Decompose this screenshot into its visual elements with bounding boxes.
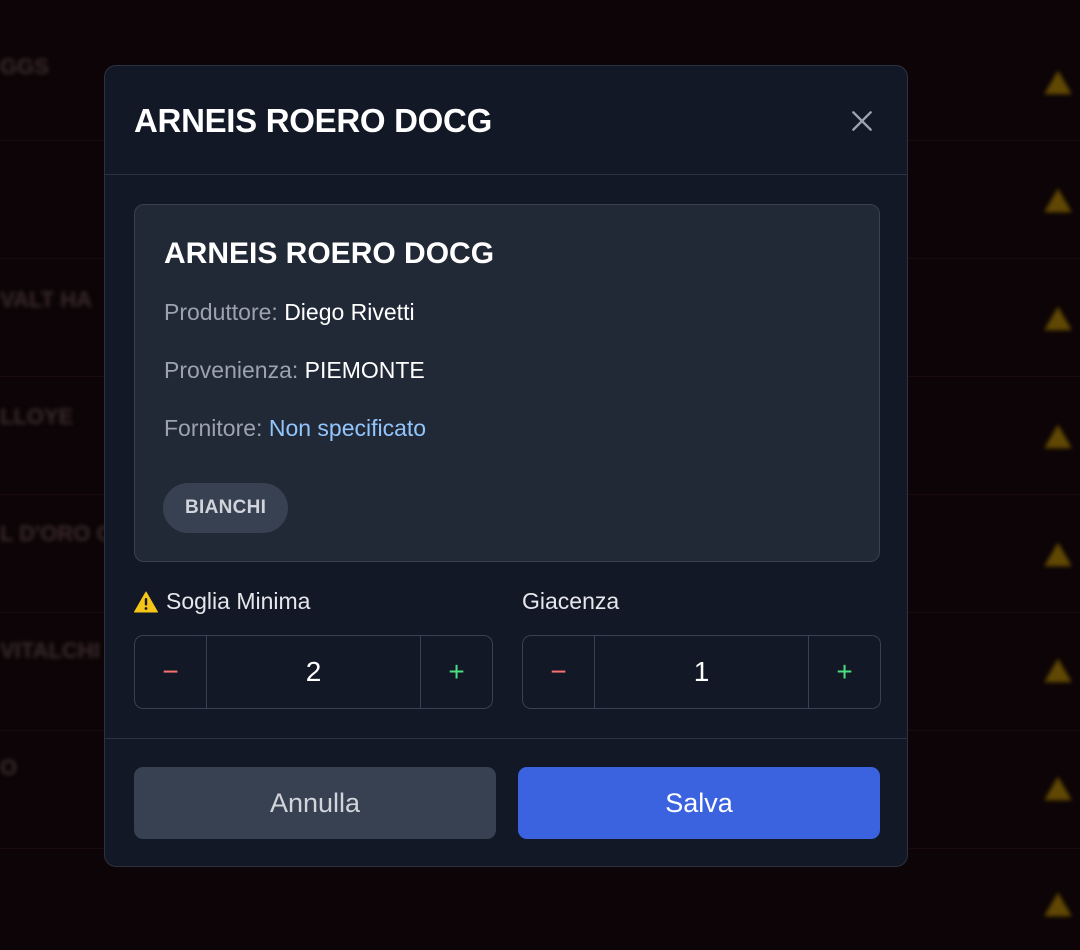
min-threshold-decrement-button[interactable]: − — [135, 636, 207, 708]
wine-info-card: ARNEIS ROERO DOCG Produttore: Diego Rive… — [134, 204, 880, 562]
origin-value: PIEMONTE — [304, 357, 425, 383]
stock-value[interactable]: 1 — [595, 636, 808, 708]
background-text: O — [0, 755, 18, 780]
warning-icon — [1044, 188, 1072, 213]
supplier-row: Fornitore: Non specificato — [164, 415, 426, 442]
close-icon — [852, 111, 872, 131]
background-text: VALT HA — [0, 287, 93, 312]
min-threshold-stepper: − 2 + — [134, 635, 493, 709]
background-text: VITALCHI — [0, 638, 100, 663]
warning-icon — [1044, 776, 1072, 801]
warning-icon — [134, 591, 158, 613]
stock-stepper: − 1 + — [522, 635, 881, 709]
origin-row: Provenienza: PIEMONTE — [164, 357, 425, 384]
producer-label: Produttore: — [164, 299, 278, 325]
stock-label: Giacenza — [522, 588, 620, 614]
min-threshold-label: Soglia Minima — [134, 588, 310, 615]
save-button[interactable]: Salva — [518, 767, 880, 839]
background-text: GGS — [0, 54, 49, 79]
background-text: L D'ORO C — [0, 521, 113, 546]
footer-divider — [105, 738, 907, 739]
edit-wine-modal: ARNEIS ROERO DOCG ARNEIS ROERO DOCG Prod… — [104, 65, 908, 867]
stock-decrement-button[interactable]: − — [523, 636, 595, 708]
warning-icon — [1044, 658, 1072, 683]
category-tag: BIANCHI — [163, 483, 289, 533]
modal-title: ARNEIS ROERO DOCG — [134, 102, 492, 139]
supplier-value: Non specificato — [268, 415, 427, 441]
warning-icon — [1044, 892, 1072, 917]
warning-icon — [1044, 70, 1072, 95]
wine-name: ARNEIS ROERO DOCG — [164, 237, 495, 270]
supplier-label: Fornitore: — [164, 415, 263, 441]
modal-header: ARNEIS ROERO DOCG — [105, 66, 907, 175]
min-threshold-increment-button[interactable]: + — [420, 636, 492, 708]
min-threshold-value[interactable]: 2 — [207, 636, 420, 708]
origin-label: Provenienza: — [164, 357, 299, 383]
producer-row: Produttore: Diego Rivetti — [164, 299, 415, 326]
warning-icon — [1044, 424, 1072, 449]
producer-value: Diego Rivetti — [284, 299, 415, 325]
close-button[interactable] — [845, 104, 879, 138]
stock-increment-button[interactable]: + — [808, 636, 880, 708]
cancel-button[interactable]: Annulla — [134, 767, 496, 839]
warning-icon — [1044, 306, 1072, 331]
min-threshold-label-text: Soglia Minima — [166, 588, 311, 614]
warning-icon — [1044, 542, 1072, 567]
background-text: LLOYE — [0, 404, 74, 429]
